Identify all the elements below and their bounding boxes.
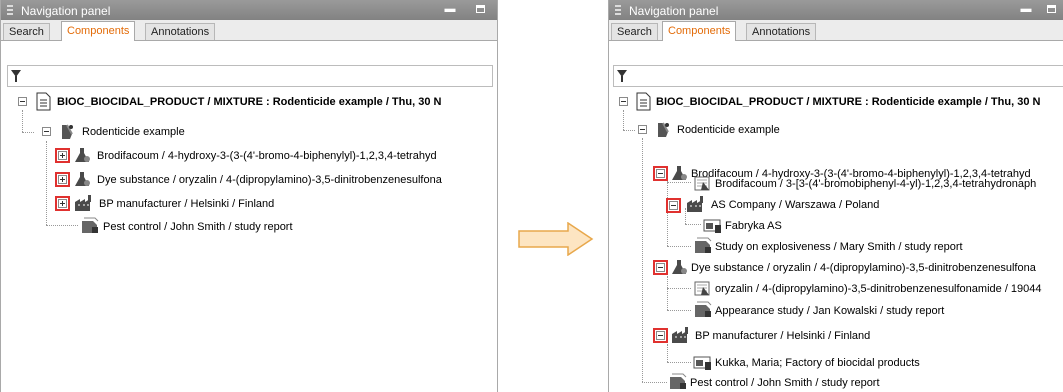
substance-icon <box>672 166 687 180</box>
mixture-icon <box>658 122 669 137</box>
panel-title: Navigation panel <box>629 4 719 18</box>
filter-bar[interactable] <box>7 65 493 87</box>
maximize-icon[interactable] <box>476 5 485 13</box>
expand-toggle[interactable] <box>58 199 67 208</box>
filter-bar[interactable] <box>613 65 1063 87</box>
tab-annotations[interactable]: Annotations <box>145 23 216 40</box>
navigation-panel-left: Navigation panel ▬ Search Components Ann… <box>0 0 498 392</box>
tree-item-label[interactable]: Rodenticide example <box>677 121 780 139</box>
tab-annotations[interactable]: Annotations <box>746 23 817 40</box>
tree-item-label[interactable]: oryzalin / 4-(dipropylamino)-3,5-dinitro… <box>715 280 1042 298</box>
tree-item-label[interactable]: Brodifacoum / 3-[3-(4'-bromobiphenyl-4-y… <box>715 175 1036 193</box>
collapse-toggle[interactable] <box>18 97 27 106</box>
tree-item-label[interactable]: Brodifacoum / 4-hydroxy-3-(3-(4'-bromo-4… <box>97 147 437 165</box>
minimize-icon[interactable]: ▬ <box>443 3 457 16</box>
site-icon <box>693 356 711 370</box>
document-icon <box>636 92 651 111</box>
endpoint-study-icon <box>695 237 712 253</box>
component-tree: BIOC_BIOCIDAL_PRODUCT / MIXTURE : Rodent… <box>1 92 497 392</box>
tree-root-label[interactable]: BIOC_BIOCIDAL_PRODUCT / MIXTURE : Rodent… <box>656 93 1040 111</box>
tab-search[interactable]: Search <box>611 23 658 40</box>
tree-item-label[interactable]: AS Company / Warszawa / Poland <box>711 196 879 214</box>
legal-entity-icon <box>672 327 688 343</box>
tab-components[interactable]: Components <box>61 21 136 41</box>
endpoint-study-icon <box>82 217 99 233</box>
collapse-toggle[interactable] <box>656 169 665 178</box>
tree-item-label[interactable]: BP manufacturer / Helsinki / Finland <box>99 195 274 213</box>
substance-icon <box>672 260 687 274</box>
collapse-toggle[interactable] <box>42 127 51 136</box>
endpoint-study-icon <box>670 373 687 389</box>
tree-item-label[interactable]: Appearance study / Jan Kowalski / study … <box>715 302 944 320</box>
collapse-toggle[interactable] <box>638 125 647 134</box>
tab-bar: Search Components Annotations <box>1 20 497 41</box>
tree-item-label[interactable]: Pest control / John Smith / study report <box>103 218 293 236</box>
substance-icon <box>75 148 90 162</box>
navigation-panel-right: Navigation panel ▬ Search Components Ann… <box>608 0 1063 392</box>
legal-entity-icon <box>687 196 703 212</box>
tree-item-label[interactable]: Study on explosiveness / Mary Smith / st… <box>715 238 963 256</box>
maximize-icon[interactable] <box>1047 5 1056 13</box>
tab-bar: Search Components Annotations <box>609 20 1063 41</box>
collapse-toggle[interactable] <box>656 263 665 272</box>
tree-item-label[interactable]: BP manufacturer / Helsinki / Finland <box>695 327 870 345</box>
tab-search[interactable]: Search <box>3 23 50 40</box>
collapse-toggle[interactable] <box>656 331 665 340</box>
endpoint-study-icon <box>695 301 712 317</box>
expand-toggle[interactable] <box>58 151 67 160</box>
tree-root-label[interactable]: BIOC_BIOCIDAL_PRODUCT / MIXTURE : Rodent… <box>57 93 441 111</box>
drag-grip-icon[interactable] <box>7 5 13 15</box>
document-icon <box>36 92 51 111</box>
expand-toggle[interactable] <box>58 175 67 184</box>
tab-components[interactable]: Components <box>662 21 737 41</box>
reference-substance-icon <box>694 281 710 296</box>
collapse-toggle[interactable] <box>619 97 628 106</box>
minimize-icon[interactable]: ▬ <box>1019 3 1033 16</box>
tree-item-label[interactable]: Rodenticide example <box>82 123 185 141</box>
panel-title: Navigation panel <box>21 4 111 18</box>
drag-grip-icon[interactable] <box>615 5 621 15</box>
tree-item-label[interactable]: Kukka, Maria; Factory of biocidal produc… <box>715 354 920 372</box>
collapse-toggle[interactable] <box>669 201 678 210</box>
component-tree: BIOC_BIOCIDAL_PRODUCT / MIXTURE : Rodent… <box>609 92 1063 392</box>
reference-substance-icon <box>694 176 710 191</box>
tree-item-label[interactable]: Dye substance / oryzalin / 4-(dipropylam… <box>691 259 1036 277</box>
site-icon <box>703 219 721 233</box>
tree-item-label[interactable]: Dye substance / oryzalin / 4-(dipropylam… <box>97 171 442 189</box>
transition-arrow <box>518 222 594 256</box>
mixture-icon <box>62 124 73 139</box>
tree-item-label[interactable]: Pest control / John Smith / study report <box>690 374 880 392</box>
panel-titlebar: Navigation panel ▬ <box>1 0 497 20</box>
substance-icon <box>75 172 90 186</box>
panel-titlebar: Navigation panel ▬ <box>609 0 1063 20</box>
legal-entity-icon <box>75 195 91 211</box>
tree-item-label[interactable]: Fabryka AS <box>725 217 782 235</box>
